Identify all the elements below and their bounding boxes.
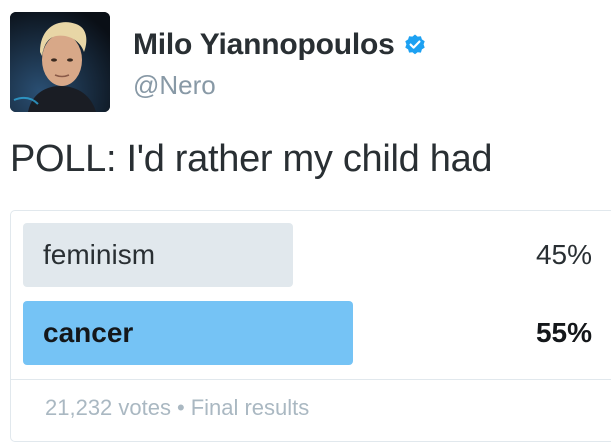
avatar[interactable]: [10, 12, 110, 112]
poll-card: feminism 45% cancer 55% 21,232 votes • Fin…: [10, 210, 611, 442]
poll-meta: 21,232 votes • Final results: [45, 395, 309, 421]
user-handle[interactable]: @Nero: [133, 70, 427, 101]
tweet-text: POLL: I'd rather my child had: [10, 138, 493, 180]
name-row: Milo Yiannopoulos: [133, 28, 427, 62]
display-name[interactable]: Milo Yiannopoulos: [133, 28, 395, 62]
poll-choice-cancer[interactable]: cancer 55%: [23, 301, 608, 365]
poll-choice-percent: 55%: [535, 317, 592, 348]
poll-choice-label: cancer: [43, 317, 134, 348]
poll-status: Final results: [190, 395, 310, 420]
profile-photo-icon: [10, 12, 110, 112]
poll-divider: [11, 379, 611, 380]
poll-choice-percent: 45%: [535, 239, 592, 270]
tweet-header: Milo Yiannopoulos @Nero: [10, 12, 600, 112]
vote-count: 21,232 votes: [45, 395, 171, 420]
poll-choice-feminism[interactable]: feminism 45%: [23, 223, 608, 287]
verified-badge-icon: [403, 33, 427, 57]
meta-separator: •: [176, 395, 185, 420]
poll-choice-label: feminism: [43, 239, 156, 270]
user-names: Milo Yiannopoulos @Nero: [133, 28, 427, 101]
